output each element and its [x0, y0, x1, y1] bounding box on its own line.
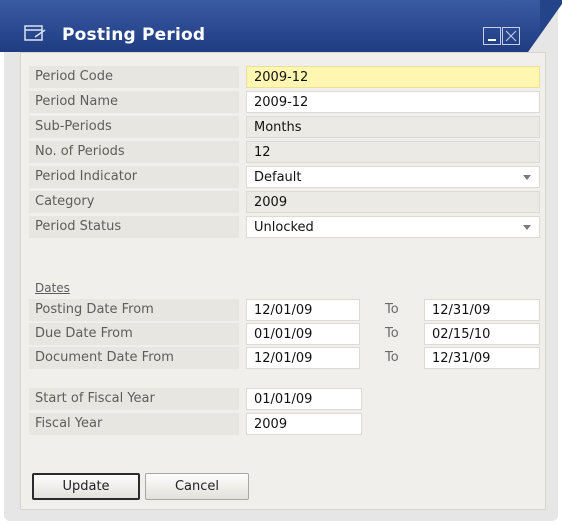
start-fiscal-year-label: Start of Fiscal Year [35, 391, 155, 406]
due-date-to-label: To [385, 326, 399, 341]
window-title: Posting Period [62, 25, 206, 45]
title-bar[interactable]: Posting Period [0, 0, 562, 52]
dropdown-arrow-icon[interactable] [523, 175, 531, 180]
close-button[interactable] [502, 27, 520, 45]
due-date-to-input[interactable]: 02/15/10 [424, 323, 540, 345]
period-status-value: Unlocked [254, 220, 314, 235]
minimize-button[interactable] [483, 27, 501, 45]
period-status-label: Period Status [35, 219, 122, 234]
sub-periods-field: Months [246, 116, 540, 138]
category-label: Category [35, 194, 95, 209]
dropdown-arrow-icon[interactable] [523, 225, 531, 230]
dates-section-label: Dates [35, 281, 70, 295]
period-indicator-label: Period Indicator [35, 169, 138, 184]
no-of-periods-label: No. of Periods [35, 144, 125, 159]
period-code-input[interactable]: 2009-12 [246, 66, 540, 88]
cancel-button[interactable]: Cancel [145, 473, 249, 500]
form-icon [24, 25, 46, 41]
document-date-to-input[interactable]: 12/31/09 [424, 347, 540, 369]
posting-date-to-input[interactable]: 12/31/09 [424, 299, 540, 321]
due-date-from-input[interactable]: 01/01/09 [246, 323, 360, 345]
update-button[interactable]: Update [32, 473, 140, 500]
no-of-periods-field: 12 [246, 141, 540, 163]
period-code-label: Period Code [35, 69, 113, 84]
start-fiscal-year-input[interactable]: 01/01/09 [246, 388, 362, 410]
posting-date-to-label: To [385, 302, 399, 317]
form-panel: Period Code 2009-12 Period Name 2009-12 … [20, 52, 546, 510]
fiscal-year-input[interactable]: 2009 [246, 413, 362, 435]
period-indicator-select[interactable]: Default [246, 166, 540, 188]
posting-date-from-label: Posting Date From [35, 302, 154, 317]
period-name-label: Period Name [35, 94, 119, 109]
posting-date-from-input[interactable]: 12/01/09 [246, 299, 360, 321]
minimize-icon [488, 39, 496, 41]
due-date-from-label: Due Date From [35, 326, 133, 341]
period-status-select[interactable]: Unlocked [246, 216, 540, 238]
fiscal-year-label: Fiscal Year [35, 416, 103, 431]
period-name-input[interactable]: 2009-12 [246, 91, 540, 113]
period-indicator-value: Default [254, 170, 302, 185]
sub-periods-label: Sub-Periods [35, 119, 112, 134]
close-icon [505, 30, 517, 42]
category-field: 2009 [246, 191, 540, 213]
document-date-from-input[interactable]: 12/01/09 [246, 347, 360, 369]
document-date-to-label: To [385, 350, 399, 365]
document-date-from-label: Document Date From [35, 350, 174, 365]
